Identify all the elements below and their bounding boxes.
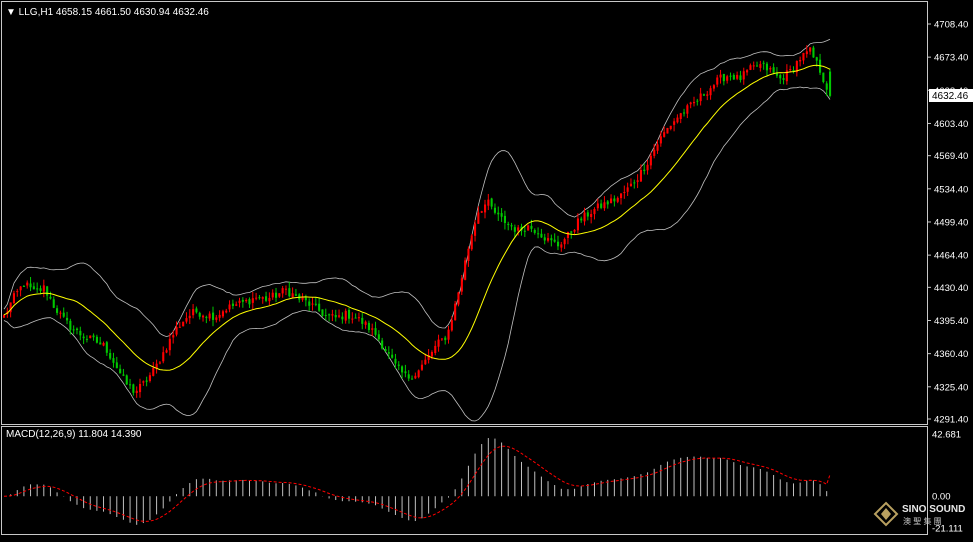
price-tick-label: 4603.40 <box>934 119 968 130</box>
price-tick: 4291.40 <box>927 415 968 426</box>
price-tick: 4708.40 <box>927 20 968 31</box>
price-tick: 4325.40 <box>927 382 968 393</box>
macd-tick: 42.681 <box>932 430 961 441</box>
candle <box>457 291 460 307</box>
price-tick-label: 4325.40 <box>934 382 968 393</box>
macd-panel-header: MACD(12,26,9) 11.804 14.390 <box>6 429 142 440</box>
candle <box>829 68 832 98</box>
candle <box>417 369 420 379</box>
logo-brand-text: SINO SOUND <box>902 504 965 515</box>
price-tick-label: 4395.40 <box>934 316 968 327</box>
macd-tick: 0.00 <box>932 492 951 503</box>
price-tick-label: 4360.40 <box>934 349 968 360</box>
price-tick-label: 4673.40 <box>934 53 968 64</box>
price-tick: 4534.40 <box>927 184 968 195</box>
price-tick: 4360.40 <box>927 349 968 360</box>
candle <box>666 127 669 134</box>
price-tick: 4430.40 <box>927 283 968 294</box>
price-tick: 4464.40 <box>927 251 968 262</box>
price-tick-label: 4499.40 <box>934 217 968 228</box>
candle <box>454 300 457 321</box>
price-tick: 4499.40 <box>927 217 968 228</box>
price-tick-label: 4464.40 <box>934 251 968 262</box>
candle <box>89 335 92 339</box>
candle <box>470 234 473 251</box>
price-tick-label: 4291.40 <box>934 415 968 426</box>
price-tick-label: 4534.40 <box>934 184 968 195</box>
price-tick: 4603.40 <box>927 119 968 130</box>
chart-window: 4708.404673.404638.404603.404569.404534.… <box>0 0 973 537</box>
macd-tick-label: 0.00 <box>932 492 951 503</box>
price-tick: 4395.40 <box>927 316 968 327</box>
candle <box>182 321 185 327</box>
price-tick-label: 4708.40 <box>934 20 968 31</box>
candle <box>3 314 6 319</box>
candle <box>321 309 324 317</box>
price-tick: 4569.40 <box>927 151 968 162</box>
candle <box>822 72 825 84</box>
current-price-label: 4632.46 <box>932 91 969 102</box>
price-tick: 4673.40 <box>927 53 968 64</box>
logo-sub-text: 澳 聖 集 團 <box>903 516 942 526</box>
price-panel-header: ▼ LLG,H1 4658.15 4661.50 4630.94 4632.46 <box>6 7 209 18</box>
macd-tick-label: 42.681 <box>932 430 961 441</box>
candle <box>527 224 530 231</box>
current-price-marker: 4632.46 <box>929 89 973 102</box>
candle <box>125 374 128 386</box>
price-tick-label: 4430.40 <box>934 283 968 294</box>
chart-canvas: 4708.404673.404638.404603.404569.404534.… <box>0 0 973 537</box>
price-tick-label: 4569.40 <box>934 151 968 162</box>
candle <box>464 257 467 281</box>
